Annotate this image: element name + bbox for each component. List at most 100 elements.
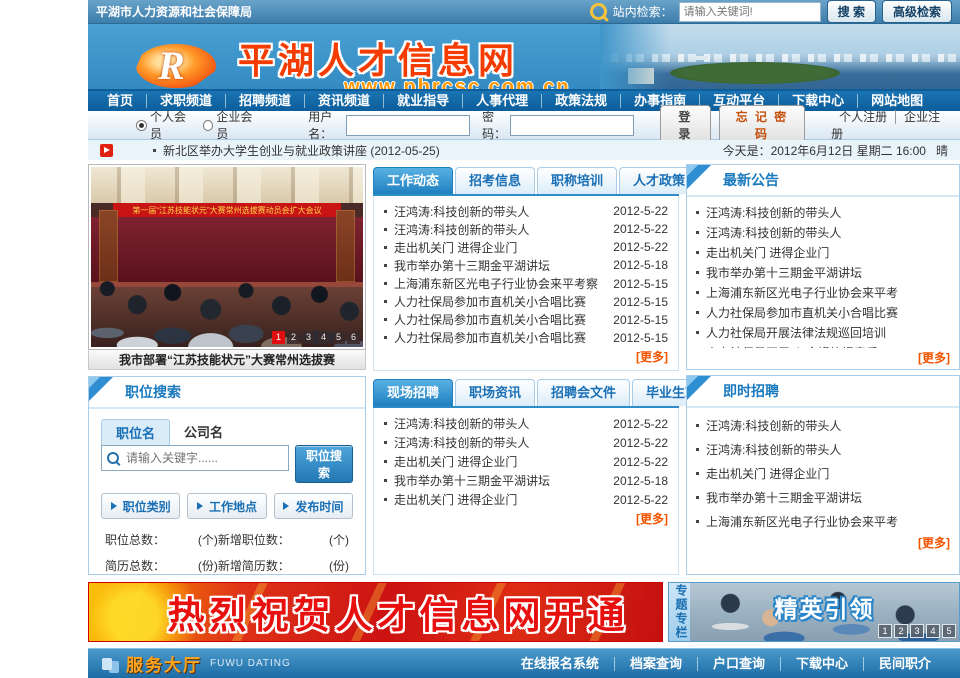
tab-career-news[interactable]: 职场资讯 [455,379,535,406]
elite-page-3[interactable]: 3 [910,624,924,638]
recruit-row[interactable]: 汪鸿涛:科技创新的带头人2012-5-22 [384,414,668,433]
middle-column: 工作动态 招考信息 职称培训 人才政策 汪鸿涛:科技创新的带头人2012-5-2… [373,164,679,575]
slide-page-6[interactable]: 6 [347,331,360,344]
news-row[interactable]: 汪鸿涛:科技创新的带头人2012-5-22 [384,220,668,238]
slideshow-caption[interactable]: 我市部署“江苏技能状元”大赛常州选拔赛 [88,350,366,370]
company-member-radio[interactable] [203,120,213,131]
stat-new-resumes-label: 新增简历数： [218,557,309,574]
personal-member-radio[interactable] [136,120,147,131]
elite-page-5[interactable]: 5 [942,624,956,638]
slide-page-3[interactable]: 3 [302,331,315,344]
news-row[interactable]: 汪鸿涛:科技创新的带头人2012-5-22 [384,202,668,220]
slideshow-image[interactable]: 第一届“江苏技能状元”大赛常州选拔赛动员会扩大会议 1 2 3 4 5 6 [91,167,363,347]
recruit-more-link[interactable]: [更多] [384,509,668,530]
elite-page-1[interactable]: 1 [878,624,892,638]
login-button[interactable]: 登 录 [660,105,711,145]
tab-company-name[interactable]: 公司名 [170,419,237,445]
login-bar: 个人会员 企业会员 用户名： 密码： 登 录 忘 记 密 码 个人注册企业注册 [88,111,960,140]
nav-item-policy[interactable]: 政策法规 [541,94,620,108]
instant-row[interactable]: 走出机关门 进得企业门 [696,461,950,485]
news-row[interactable]: 人力社保局参加市直机关小合唱比赛2012-5-15 [384,311,668,329]
site-search-input[interactable] [679,2,821,22]
site-logo-icon: R [136,36,222,91]
instant-row[interactable]: 汪鸿涛:科技创新的带头人 [696,413,950,437]
keyword-input[interactable] [124,450,283,466]
news-row[interactable]: 走出机关门 进得企业门2012-5-22 [384,238,668,256]
recruit-row[interactable]: 汪鸿涛:科技创新的带头人2012-5-22 [384,433,668,452]
notice-row[interactable]: 我市举办第十三期金平湖讲坛 [696,262,950,282]
announcement-link[interactable]: 新北区举办大学生创业与就业政策讲座 (2012-05-25) [163,142,440,159]
personal-register-link[interactable]: 个人注册 [831,110,895,124]
search-icon [590,3,607,20]
stat-new-jobs-unit: (个) [309,531,349,548]
notice-more-link[interactable]: [更多] [687,348,959,369]
tab-exam-info[interactable]: 招考信息 [455,167,535,194]
instant-row[interactable]: 汪鸿涛:科技创新的带头人 [696,437,950,461]
bullet-icon [384,318,387,321]
advanced-search-button[interactable]: 高级检索 [882,0,952,23]
filter-publish-time[interactable]: 发布时间 [274,493,353,519]
link-archive-query[interactable]: 档案查询 [614,657,697,671]
news-more-link[interactable]: [更多] [384,347,668,368]
header-lake-photo [600,24,960,91]
bullet-icon [696,311,699,314]
tab-title-training[interactable]: 职称培训 [537,167,617,194]
news-row[interactable]: 上海浦东新区光电子行业协会来平考察2012-5-15 [384,275,668,293]
notice-row[interactable]: 汪鸿涛:科技创新的带头人 [696,222,950,242]
nav-item-sitemap[interactable]: 网站地图 [857,94,936,108]
bullet-icon [696,291,699,294]
filter-work-location[interactable]: 工作地点 [187,493,266,519]
link-download-center[interactable]: 下载中心 [780,657,863,671]
notice-panel: 最新公告 汪鸿涛:科技创新的带头人 汪鸿涛:科技创新的带头人 走出机关门 进得企… [686,164,960,370]
slide-page-2[interactable]: 2 [287,331,300,344]
instant-row[interactable]: 上海浦东新区光电子行业协会来平考 [696,509,950,533]
tab-position-name[interactable]: 职位名 [101,419,170,445]
bullet-icon [384,264,387,267]
slide-page-1[interactable]: 1 [272,331,285,344]
instant-row[interactable]: 我市举办第十三期金平湖讲坛 [696,485,950,509]
elite-pager: 1 2 3 4 5 [878,624,956,638]
recruit-row[interactable]: 走出机关门 进得企业门2012-5-22 [384,452,668,471]
recruit-row[interactable]: 走出机关门 进得企业门2012-5-22 [384,490,668,509]
special-topic-banner[interactable]: 专题专栏 精英引领 1 2 3 4 5 [668,582,960,642]
link-private-agency[interactable]: 民间职介 [863,657,946,671]
nav-item-guidance[interactable]: 就业指导 [383,94,462,108]
elite-page-4[interactable]: 4 [926,624,940,638]
instant-more-link[interactable]: [更多] [696,533,950,554]
news-row[interactable]: 人力社保局参加市直机关小合唱比赛2012-5-15 [384,329,668,347]
nav-item-recruit[interactable]: 招聘频道 [225,94,304,108]
news-row[interactable]: 我市举办第十三期金平湖讲坛2012-5-18 [384,256,668,274]
password-field[interactable] [510,115,634,136]
nav-item-jobseek[interactable]: 求职频道 [146,94,225,108]
filter-job-category[interactable]: 职位类别 [101,493,180,519]
notice-row[interactable]: 上海浦东新区光电子行业协会来平考 [696,282,950,302]
notice-row[interactable]: 走出机关门 进得企业门 [696,242,950,262]
service-hall-icon [102,658,112,670]
congrats-banner[interactable]: 热烈祝贺人才信息网开通 [88,582,663,642]
notice-row[interactable]: 人力社保局参加市直机关小合唱比赛 [696,302,950,322]
news-row[interactable]: 人力社保局参加市直机关小合唱比赛2012-5-15 [384,293,668,311]
forgot-password-button[interactable]: 忘 记 密 码 [719,105,805,145]
nav-item-hr-agency[interactable]: 人事代理 [462,94,541,108]
tab-jobfair-files[interactable]: 招聘会文件 [537,379,630,406]
username-field[interactable] [346,115,470,136]
job-search-tabs: 职位名 公司名 [101,419,353,445]
notice-row[interactable]: 人力社保局开展法律法规巡回培训 [696,322,950,342]
tab-work-trends[interactable]: 工作动态 [373,167,453,194]
job-search-button[interactable]: 职位搜索 [295,445,353,483]
nav-item-home[interactable]: 首页 [94,94,146,108]
slide-page-4[interactable]: 4 [317,331,330,344]
nav-item-news[interactable]: 资讯频道 [304,94,383,108]
site-search-button[interactable]: 搜 索 [827,0,876,23]
link-online-signup[interactable]: 在线报名系统 [506,657,614,671]
link-hukou-query[interactable]: 户口查询 [697,657,780,671]
elite-page-2[interactable]: 2 [894,624,908,638]
right-column: 最新公告 汪鸿涛:科技创新的带头人 汪鸿涛:科技创新的带头人 走出机关门 进得企… [686,164,960,575]
bullet-icon [384,479,387,482]
slide-page-5[interactable]: 5 [332,331,345,344]
bullet-icon [696,331,699,334]
notice-row[interactable]: 汪鸿涛:科技创新的带头人 [696,202,950,222]
recruit-row[interactable]: 我市举办第十三期金平湖讲坛2012-5-18 [384,471,668,490]
tab-onsite-recruit[interactable]: 现场招聘 [373,379,453,406]
recruit-tabs: 现场招聘 职场资讯 招聘会文件 毕业生就业服务 [373,376,679,408]
